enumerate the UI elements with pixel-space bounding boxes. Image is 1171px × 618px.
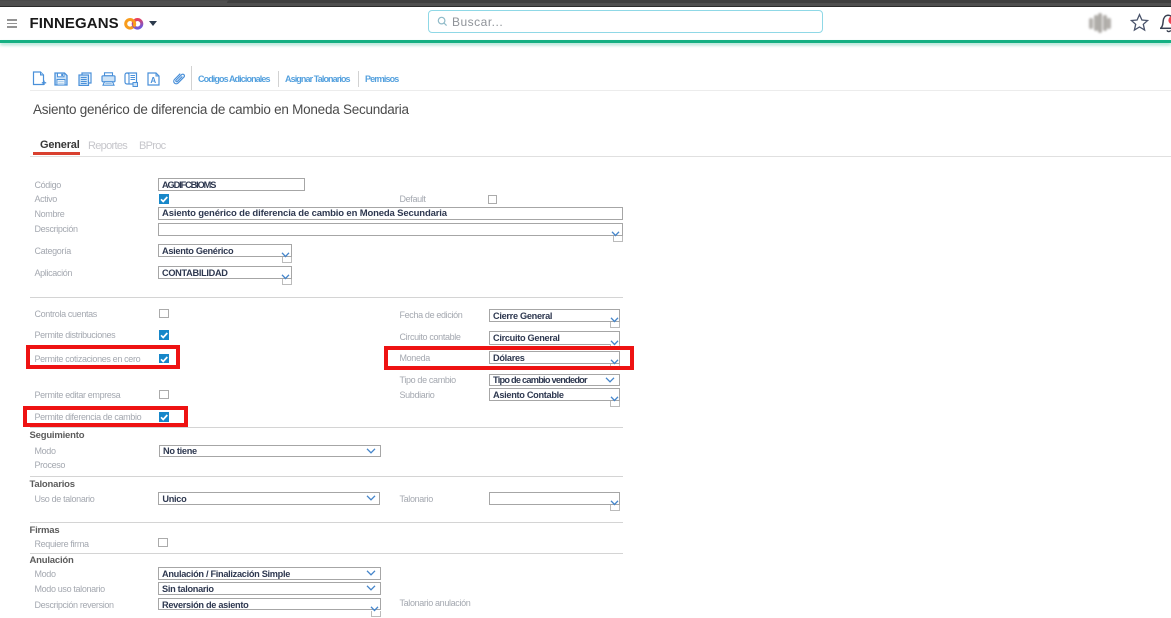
svg-text:A: A — [150, 76, 156, 85]
